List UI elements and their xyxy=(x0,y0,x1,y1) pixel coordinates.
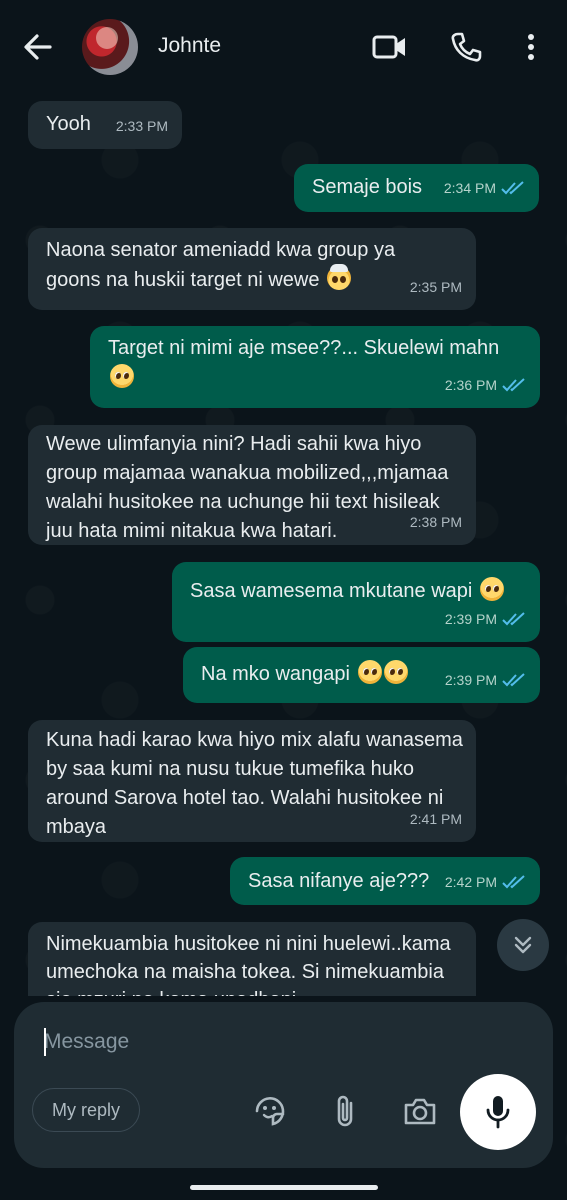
more-options-button[interactable] xyxy=(513,30,549,64)
message-input[interactable] xyxy=(44,1024,444,1060)
video-call-button[interactable] xyxy=(372,30,408,64)
message-text: Nimekuambia husitokee ni nini huelewi..k… xyxy=(46,933,451,996)
message-incoming[interactable]: Naona senator ameniadd kwa group ya goon… xyxy=(28,228,476,310)
message-time: 2:34 PM xyxy=(444,173,525,203)
avatar[interactable] xyxy=(82,19,138,75)
attach-button[interactable] xyxy=(327,1093,363,1129)
message-outgoing[interactable]: Semaje bois 2:34 PM xyxy=(294,164,539,212)
camera-button[interactable] xyxy=(402,1093,438,1129)
message-outgoing[interactable]: Sasa wamesema mkutane wapi 2:39 PM xyxy=(172,562,540,642)
voice-call-button[interactable] xyxy=(448,30,484,64)
pleading-face-emoji xyxy=(383,660,408,684)
text-cursor xyxy=(44,1028,46,1056)
message-text: Sasa wamesema mkutane wapi xyxy=(190,562,522,606)
message-time: 2:35 PM xyxy=(409,279,462,295)
message-time: 2:38 PM xyxy=(409,514,462,530)
sticker-button[interactable] xyxy=(252,1093,288,1129)
message-time: 2:42 PM xyxy=(445,867,526,897)
double-check-icon xyxy=(502,673,525,687)
exploding-head-emoji xyxy=(327,264,352,290)
pleading-face-emoji xyxy=(479,577,504,601)
message-text: Naona senator ameniadd kwa group ya goon… xyxy=(46,239,401,291)
double-chevron-down-icon xyxy=(514,936,532,954)
pleading-face-emoji xyxy=(110,364,134,388)
message-incoming[interactable]: Yooh 2:33 PM xyxy=(28,101,182,149)
back-button[interactable] xyxy=(22,32,54,62)
double-check-icon xyxy=(501,181,524,195)
video-call-icon xyxy=(372,35,405,59)
message-incoming[interactable]: Nimekuambia husitokee ni nini huelewi..k… xyxy=(28,922,476,996)
my-reply-chip[interactable]: My reply xyxy=(32,1088,140,1132)
message-outgoing[interactable]: Target ni mimi aje msee??... Skuelewi ma… xyxy=(90,326,540,408)
message-text: Wewe ulimfanyia nini? Hadi sahii kwa hiy… xyxy=(46,433,454,542)
contact-name[interactable]: Johnte xyxy=(158,34,221,58)
voice-message-button[interactable] xyxy=(460,1074,536,1150)
paperclip-icon xyxy=(337,1095,353,1127)
sticker-icon xyxy=(255,1097,285,1126)
message-time: 2:41 PM xyxy=(409,811,462,827)
double-check-icon xyxy=(502,378,525,392)
message-incoming[interactable]: Wewe ulimfanyia nini? Hadi sahii kwa hiy… xyxy=(28,425,476,545)
message-composer: My reply xyxy=(14,1002,553,1168)
message-time: 2:39 PM xyxy=(445,604,526,634)
scroll-to-bottom-button[interactable] xyxy=(497,919,549,971)
microphone-icon xyxy=(486,1096,510,1129)
message-outgoing[interactable]: Na mko wangapi 2:39 PM xyxy=(183,647,540,703)
double-check-icon xyxy=(502,875,525,889)
arrow-left-icon xyxy=(24,34,52,60)
message-time: 2:33 PM xyxy=(115,118,168,134)
message-outgoing[interactable]: Sasa nifanye aje??? 2:42 PM xyxy=(230,857,540,905)
message-text: Kuna hadi karao kwa hiyo mix alafu wanas… xyxy=(46,729,469,838)
more-vertical-icon xyxy=(528,34,534,60)
message-incoming[interactable]: Kuna hadi karao kwa hiyo mix alafu wanas… xyxy=(28,720,476,842)
pleading-face-emoji xyxy=(357,660,382,684)
home-indicator xyxy=(190,1185,378,1190)
phone-icon xyxy=(451,32,482,62)
message-time: 2:36 PM xyxy=(445,370,526,400)
camera-icon xyxy=(404,1098,436,1125)
message-time: 2:39 PM xyxy=(445,665,526,695)
double-check-icon xyxy=(502,612,525,626)
chat-header: Johnte xyxy=(0,0,567,94)
